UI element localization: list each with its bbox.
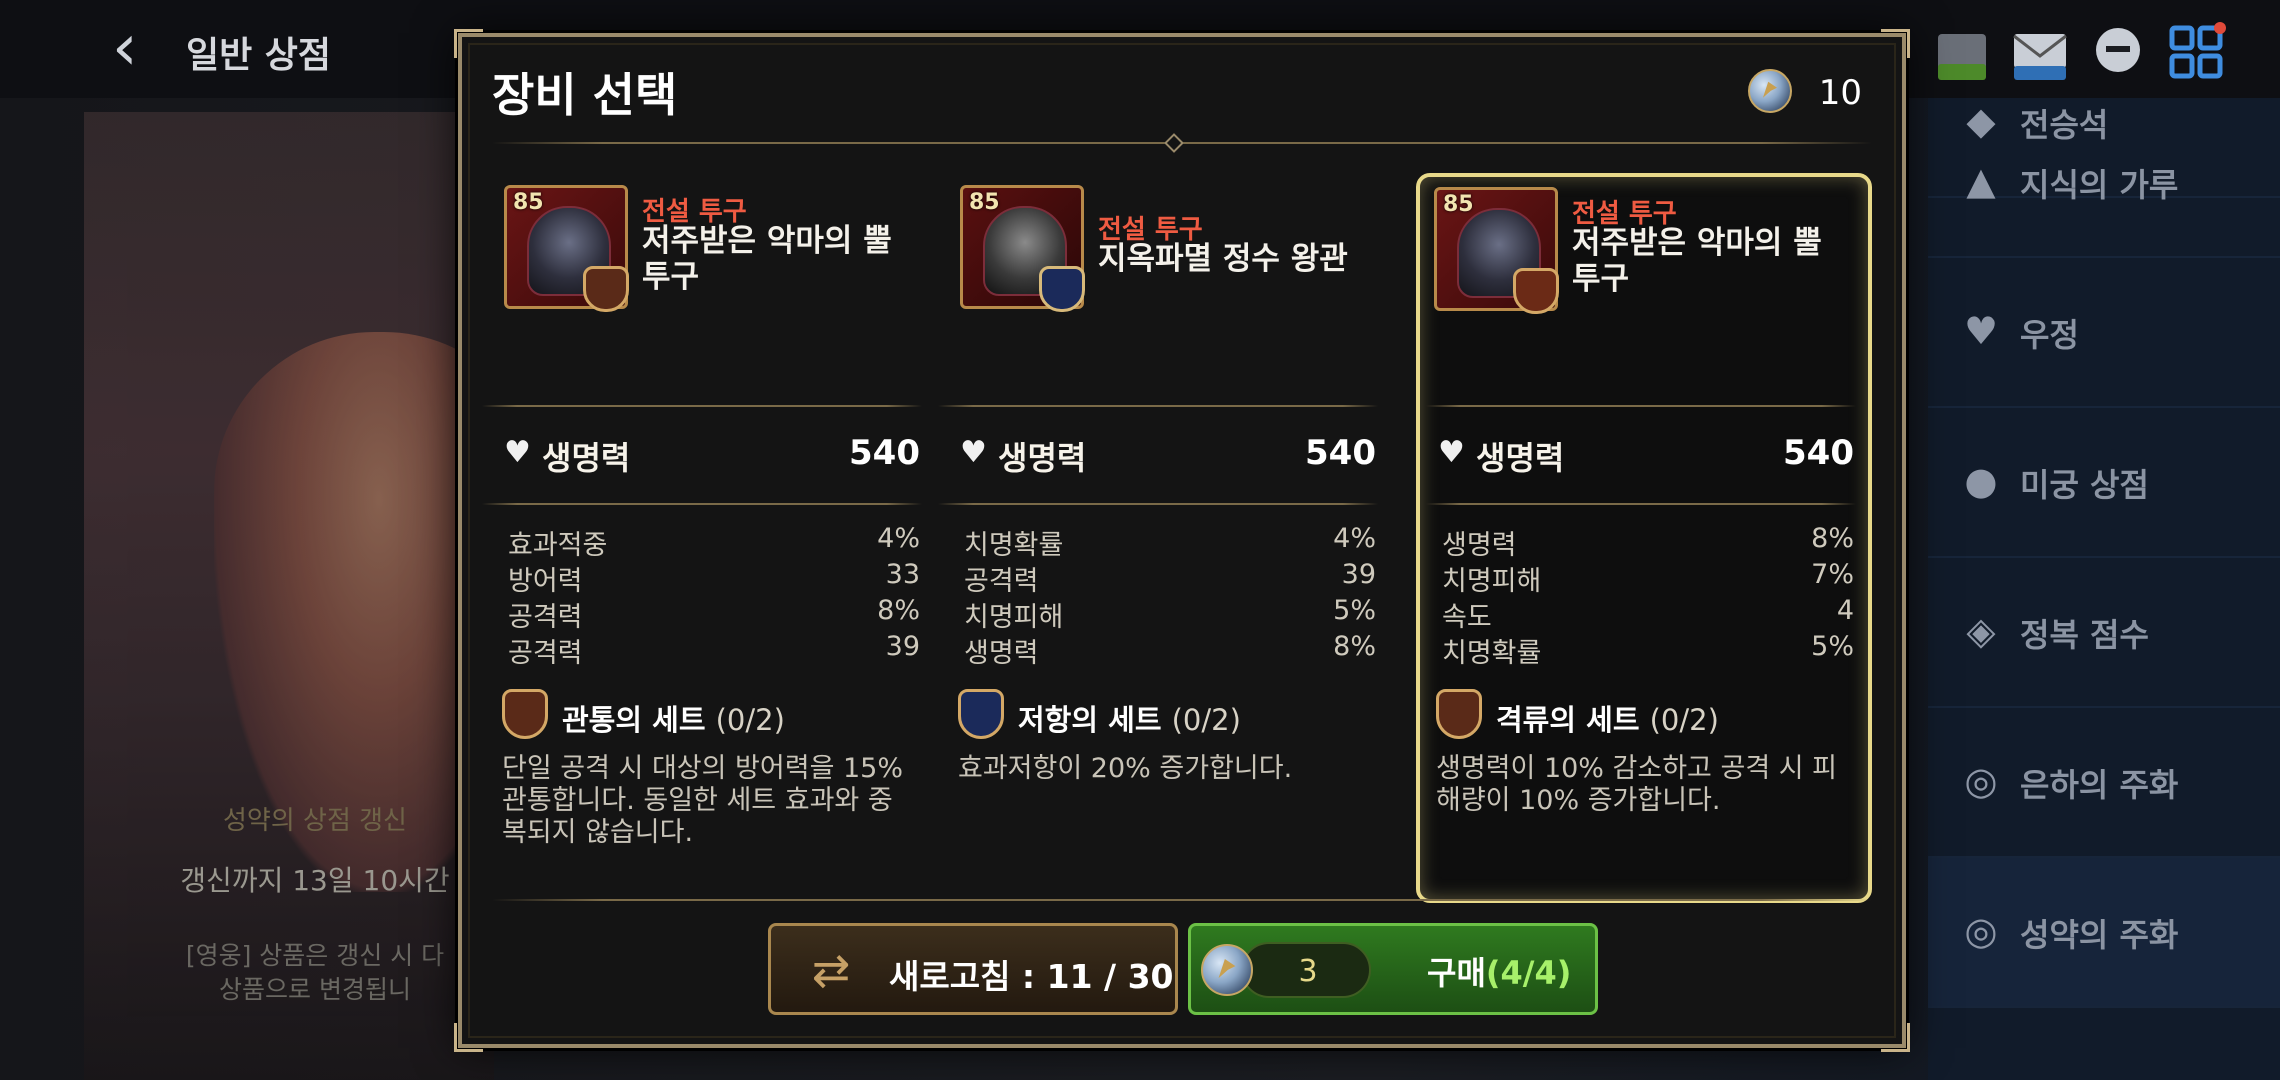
refresh-label: 새로고침 : 11 / 30 — [889, 957, 1174, 996]
sub-stats: 효과적중 4% 방어력 33 공격력 8% 공격력 39 — [508, 523, 920, 669]
heart-icon: ♥ — [504, 435, 531, 470]
sub-stat-row: 치명확률 4% — [964, 523, 1376, 561]
set-description: 효과저항이 20% 증가합니다. — [958, 753, 1293, 784]
main-stat-value: 540 — [1305, 433, 1376, 473]
equipment-select-modal: 장비 선택 10 85 전설 투구 저주받은 악마의 뿔 투구 ♥ 생명력 54… — [454, 29, 1910, 1052]
main-stat-label: 생명력 — [1476, 439, 1565, 477]
buy-count: (4/4) — [1485, 954, 1572, 992]
set-row: 관통의 세트 (0/2) — [502, 689, 922, 741]
main-stat-value: 540 — [849, 433, 920, 473]
item-icon: 85 — [504, 185, 629, 312]
set-count: (0/2) — [1649, 703, 1719, 737]
side-item-galaxy-coin[interactable]: ◎ 은하의 주화 — [1928, 708, 2280, 858]
set-description: 단일 공격 시 대상의 방어력을 15% 관통합니다. 동일한 세트 효과와 중… — [502, 753, 904, 848]
powder-icon: ▲ — [1966, 159, 1996, 203]
set-count: (0/2) — [715, 703, 785, 737]
price-value: 3 — [1298, 954, 1318, 989]
penetration-set-icon — [583, 266, 629, 312]
set-row: 격류의 세트 (0/2) — [1436, 689, 1856, 741]
side-item-conquest[interactable]: ◈ 정복 점수 — [1928, 558, 2280, 708]
set-name: 관통의 세트 — [562, 703, 706, 737]
sub-stat-row: 치명피해 7% — [1442, 559, 1854, 597]
set-count: (0/2) — [1171, 703, 1241, 737]
refresh-button[interactable]: ⇄ 새로고침 : 11 / 30 — [768, 923, 1178, 1015]
sub-stat-row: 효과적중 4% — [508, 523, 920, 561]
item-level: 85 — [1443, 192, 1474, 217]
set-name: 저항의 세트 — [1018, 703, 1162, 737]
covenant-coin-icon — [1201, 944, 1253, 996]
sub-stat-row: 생명력 8% — [1442, 523, 1854, 561]
main-stat-label: 생명력 — [542, 439, 631, 477]
refresh-icon: ⇄ — [811, 943, 851, 997]
sub-stat-row: 생명력 8% — [964, 631, 1376, 669]
set-row: 저항의 세트 (0/2) — [958, 689, 1378, 741]
currency-side-menu: ◆ 전승석 ▲ 지식의 가루 ♥ 우정 ● 미궁 상점 ◈ 정복 점수 ◎ 은하… — [1928, 98, 2280, 1080]
sub-stats: 치명확률 4% 공격력 39 치명피해 5% 생명력 8% — [964, 523, 1376, 669]
side-item-covenant-coin[interactable]: ◎ 성약의 주화 — [1928, 858, 2280, 1008]
main-stat-label: 생명력 — [998, 439, 1087, 477]
chevron-left-icon[interactable]: ‹ — [112, 16, 172, 80]
set-name: 격류의 세트 — [1496, 703, 1640, 737]
item-level: 85 — [969, 190, 1000, 215]
galaxy-coin-icon: ◎ — [1964, 759, 1998, 803]
sub-stat-row: 공격력 8% — [508, 595, 920, 633]
torrent-set-icon — [1436, 689, 1482, 739]
main-stat-value: 540 — [1783, 433, 1854, 473]
equipment-card-1[interactable]: 85 전설 투구 저주받은 악마의 뿔 투구 ♥ 생명력 540 효과적중 4% … — [482, 173, 938, 903]
shop-refresh-time: 갱신까지 13일 10시간 — [180, 864, 450, 897]
equipment-card-2[interactable]: 85 전설 투구 지옥파멸 정수 왕관 ♥ 생명력 540 치명확률 4% 공격력… — [938, 173, 1394, 903]
side-item-powder[interactable]: ▲ 지식의 가루 — [1928, 108, 2280, 258]
heart-icon: ♥ — [1438, 435, 1465, 470]
sub-stat-row: 공격력 39 — [508, 631, 920, 669]
sub-stat-row: 방어력 33 — [508, 559, 920, 597]
conquest-icon: ◈ — [1966, 609, 1996, 653]
price-box: 3 — [1241, 942, 1371, 998]
sub-stat-row: 치명확률 5% — [1442, 631, 1854, 669]
torrent-set-icon — [1513, 268, 1559, 314]
side-item-labyrinth[interactable]: ● 미궁 상점 — [1928, 408, 2280, 558]
item-icon: 85 — [1434, 187, 1559, 314]
shop-refresh-info: 성약의 상점 갱신 갱신까지 13일 10시간 [영웅] 상품은 갱신 시 다 … — [150, 800, 480, 1007]
item-level: 85 — [513, 190, 544, 215]
item-name: 지옥파멸 정수 왕관 — [1098, 241, 1348, 277]
shop-refresh-desc: [영웅] 상품은 갱신 시 다 상품으로 변경됩니 — [185, 941, 445, 1004]
item-name: 저주받은 악마의 뿔 투구 — [1572, 225, 1822, 297]
main-stat-row: ♥ 생명력 540 — [1438, 427, 1854, 477]
currency-count: 10 — [1818, 73, 1862, 113]
item-name: 저주받은 악마의 뿔 투구 — [642, 223, 892, 295]
labyrinth-icon: ● — [1964, 459, 1998, 503]
covenant-coin-icon — [1748, 69, 1792, 113]
page-title: 일반 상점 — [186, 35, 332, 76]
penetration-set-icon — [502, 689, 548, 739]
sub-stats: 생명력 8% 치명피해 7% 속도 4 치명확률 5% — [1442, 523, 1854, 669]
side-item-friendship[interactable]: ♥ 우정 — [1928, 258, 2280, 408]
sub-stat-row: 공격력 39 — [964, 559, 1376, 597]
modal-title: 장비 선택 — [492, 68, 678, 122]
item-icon: 85 — [960, 185, 1085, 312]
heart-icon: ♥ — [960, 435, 987, 470]
heart-icon: ♥ — [1963, 309, 1999, 353]
equipment-card-3[interactable]: 85 전설 투구 저주받은 악마의 뿔 투구 ♥ 생명력 540 생명력 8% 치… — [1416, 173, 1872, 903]
main-stat-row: ♥ 생명력 540 — [504, 427, 920, 477]
shop-refresh-title: 성약의 상점 갱신 — [223, 806, 407, 836]
resist-set-icon — [958, 689, 1004, 739]
divider — [492, 899, 1872, 901]
resist-set-icon — [1039, 266, 1085, 312]
sub-stat-row: 속도 4 — [1442, 595, 1854, 633]
sub-stat-row: 치명피해 5% — [964, 595, 1376, 633]
covenant-coin-icon: ◎ — [1964, 909, 1998, 953]
main-stat-row: ♥ 생명력 540 — [960, 427, 1376, 477]
buy-label: 구매 — [1427, 954, 1486, 992]
set-description: 생명력이 10% 감소하고 공격 시 피해량이 10% 증가합니다. — [1436, 753, 1838, 816]
buy-button[interactable]: 3 구매(4/4) — [1188, 923, 1598, 1015]
